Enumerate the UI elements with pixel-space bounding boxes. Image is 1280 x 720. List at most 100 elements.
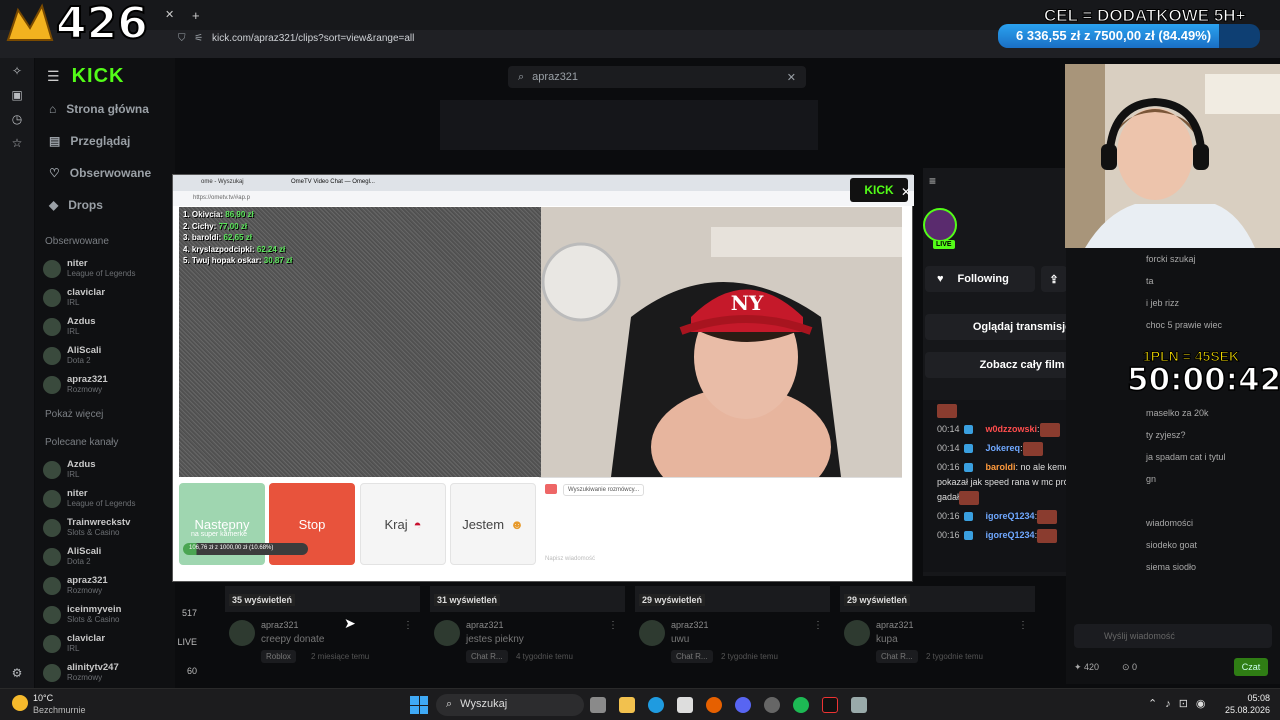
chat-username[interactable]: Jokereq (986, 443, 1021, 453)
clock-time[interactable]: 05:08 (1228, 693, 1270, 703)
gear-icon[interactable]: ⚙ (10, 666, 24, 680)
clip-user[interactable]: apraz321 (261, 620, 299, 630)
chat-username[interactable]: baroldi (986, 462, 1016, 472)
site-settings-icon[interactable]: ⚟ (194, 33, 203, 44)
chat-username[interactable]: igoreQ1234 (986, 530, 1035, 540)
chat-input[interactable]: Napisz wiadomość (545, 556, 595, 562)
clip-tag[interactable]: Chat R... (671, 650, 713, 663)
clip-menu-icon[interactable]: ⋮ (403, 620, 413, 631)
clip-tag[interactable]: Chat R... (876, 650, 918, 663)
chat-username[interactable]: igoreQ1234 (986, 511, 1035, 521)
channel-item[interactable]: Azdus IRL (35, 312, 175, 341)
following-button[interactable]: ♥ Following (925, 266, 1035, 292)
system-tray-icons[interactable]: ⌃♪⊡◉ (1148, 697, 1214, 710)
inner-address-bar[interactable]: https://ometv.tv/#ap.p (173, 191, 914, 206)
clip-avatar[interactable] (639, 620, 665, 646)
clip-menu-icon[interactable]: ⋮ (813, 620, 823, 631)
send-chat-button[interactable]: Czat (1234, 658, 1268, 676)
file-explorer-icon[interactable] (619, 697, 635, 713)
channel-item[interactable]: AliScali Dota 2 (35, 542, 175, 571)
clip-avatar[interactable] (844, 620, 870, 646)
inner-tab-2[interactable]: OmeTV Video Chat — Omegl... (291, 179, 375, 185)
search-input[interactable]: ⌕ apraz321 ✕ (508, 66, 806, 88)
clip-tag[interactable]: Chat R... (466, 650, 508, 663)
clip-thumbnail[interactable]: 35 wyświetleń (225, 586, 420, 612)
clear-icon[interactable]: ✕ (787, 71, 796, 84)
settings-app-icon[interactable] (851, 697, 867, 713)
clip-card[interactable]: 29 wyświetleń apraz321 uwu Chat R... 2 tygod… (635, 586, 830, 681)
country-button[interactable]: Kraj ◓ (360, 483, 446, 565)
tiktok-icon[interactable] (822, 697, 838, 713)
clip-title[interactable]: creepy donate (261, 634, 324, 645)
share-button[interactable]: ⇪ (1041, 266, 1067, 292)
close-tab-icon[interactable]: ✕ (165, 8, 174, 21)
discord-icon[interactable] (735, 697, 751, 713)
channel-item[interactable]: niterLeague of Legends5,6 (35, 254, 197, 283)
nav-home[interactable]: ⌂ Strona główna (35, 94, 175, 124)
channel-item[interactable]: AliScali Dota 2 (35, 341, 175, 370)
clip-card[interactable]: 35 wyświetleń apraz321 creepy donate Roblox… (225, 586, 420, 681)
menu-icon[interactable]: ☰ (47, 68, 60, 85)
channel-name: claviclar (67, 632, 106, 644)
weather-desc[interactable]: Bezchmurnie (33, 705, 86, 715)
clip-thumbnail[interactable]: 31 wyświetleń (430, 586, 625, 612)
clip-menu-icon[interactable]: ⋮ (1018, 620, 1028, 631)
channel-item[interactable]: alinitytv247 Rozmowy 60 (35, 658, 197, 687)
weather-icon[interactable] (12, 695, 28, 711)
close-overlay-icon[interactable]: ✕ (901, 185, 911, 199)
edge-icon[interactable] (648, 697, 664, 713)
spotify-icon[interactable] (793, 697, 809, 713)
avatar[interactable] (923, 208, 957, 242)
sparkle-icon[interactable]: ✧ (10, 64, 24, 78)
clip-title[interactable]: kupa (876, 634, 898, 645)
clip-thumbnail[interactable]: 29 wyświetleń (840, 586, 1035, 612)
nav-browse[interactable]: ▤ Przeglądaj (35, 126, 175, 156)
clip-card[interactable]: 31 wyświetleń apraz321 jestes piekny Chat R… (430, 586, 625, 681)
collapse-icon[interactable]: ≡ (929, 174, 936, 188)
channel-item[interactable]: TrainwreckstvSlots & Casino32,8 (35, 513, 197, 542)
clip-user[interactable]: apraz321 (466, 620, 504, 630)
nav-following[interactable]: ♡ Obserwowane (35, 158, 175, 188)
channel-text: Azdus IRL (67, 316, 96, 336)
gender-button[interactable]: Jestem ☻ (450, 483, 536, 565)
task-view-icon[interactable] (590, 697, 606, 713)
store-icon[interactable] (677, 697, 693, 713)
channel-item[interactable]: AzdusIRL5,6 (35, 455, 197, 484)
channel-item[interactable]: niterLeague of Legends5,6 (35, 484, 197, 513)
clip-avatar[interactable] (229, 620, 255, 646)
channel-item[interactable]: iceinmyvein Slots & Casino 517 (35, 600, 197, 629)
obs-icon[interactable] (764, 697, 780, 713)
clip-title[interactable]: jestes piekny (466, 634, 524, 645)
clip-tag[interactable]: Roblox (261, 650, 296, 663)
channel-item[interactable]: apraz321 Rozmowy (35, 571, 175, 600)
clip-menu-icon[interactable]: ⋮ (608, 620, 618, 631)
clip-title[interactable]: uwu (671, 634, 689, 645)
clip-card[interactable]: 29 wyświetleń apraz321 kupa Chat R... 2 tygo… (840, 586, 1035, 681)
kick-logo[interactable]: KICK (72, 65, 125, 88)
clock-date[interactable]: 25.08.2026 (1212, 705, 1270, 715)
clip-user[interactable]: apraz321 (671, 620, 709, 630)
background-chat-line: siodeko goat (1146, 540, 1198, 550)
chat-username[interactable]: w0dzzowski (986, 424, 1038, 434)
clip-user[interactable]: apraz321 (876, 620, 914, 630)
favorites-icon[interactable]: ☆ (10, 136, 24, 150)
history-icon[interactable]: ◷ (10, 112, 24, 126)
avatar (43, 489, 61, 508)
chat-message-input[interactable]: Wyślij wiadomość (1074, 624, 1272, 648)
nav-label: Strona główna (66, 102, 149, 116)
collections-icon[interactable]: ▣ (10, 88, 24, 102)
channel-item[interactable]: claviclar IRL (35, 283, 175, 312)
clip-avatar[interactable] (434, 620, 460, 646)
taskbar-search[interactable]: ⌕ Wyszukaj (436, 694, 584, 716)
show-more-link[interactable]: Pokaż więcej (35, 409, 175, 427)
recommended-header: Polecane kanały (45, 437, 119, 448)
channel-item[interactable]: claviclar IRL LIVE (35, 629, 197, 658)
firefox-icon[interactable] (706, 697, 722, 713)
new-tab-button[interactable]: + (192, 8, 200, 23)
windows-start-icon[interactable] (410, 696, 428, 714)
inner-tab-1[interactable]: ome - Wyszukaj (201, 179, 244, 185)
nav-drops[interactable]: ◆ Drops (35, 190, 175, 220)
channel-item[interactable]: apraz321 Rozmowy (35, 370, 175, 399)
weather-temp[interactable]: 10°C (33, 693, 53, 703)
clip-thumbnail[interactable]: 29 wyświetleń (635, 586, 830, 612)
